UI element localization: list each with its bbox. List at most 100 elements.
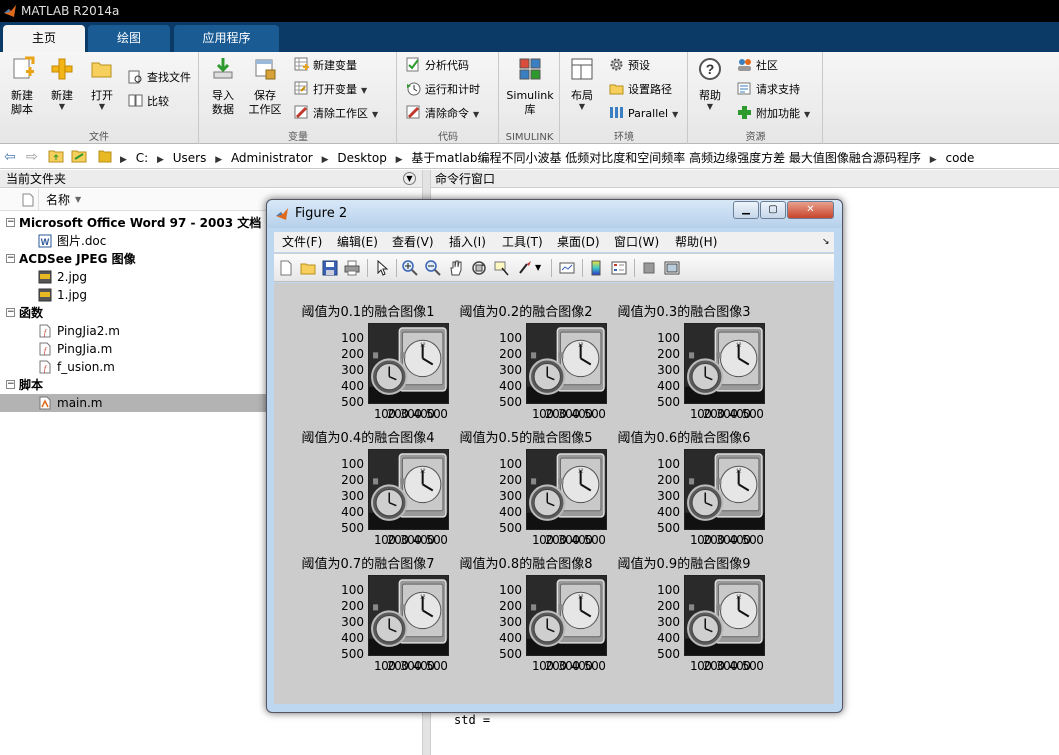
maximize-button[interactable]: ▢: [760, 201, 786, 219]
show-plot-tools-icon[interactable]: [664, 260, 680, 276]
add-ons-button[interactable]: 附加功能 ▼: [737, 104, 810, 124]
find-files-icon: [128, 70, 142, 84]
y-tick-label: 400: [499, 505, 522, 519]
y-tick-label: 500: [341, 521, 364, 535]
x-tick-label: 500: [742, 659, 764, 673]
edit-plot-arrow-icon[interactable]: [374, 260, 390, 276]
save-workspace-button[interactable]: 保存 工作区: [246, 56, 284, 117]
brush-dropdown-icon[interactable]: ▼: [535, 263, 541, 272]
pan-hand-icon[interactable]: [448, 260, 464, 276]
y-tick-label: 200: [657, 599, 680, 613]
find-files-button[interactable]: 查找文件: [128, 68, 191, 88]
menu-window[interactable]: 窗口(W): [614, 232, 659, 252]
compare-button[interactable]: 比较: [128, 92, 169, 112]
parallel-button[interactable]: Parallel ▼: [609, 104, 678, 124]
collapse-icon[interactable]: −: [6, 218, 15, 227]
menu-tools[interactable]: 工具(T): [502, 232, 543, 252]
zoom-in-icon[interactable]: [402, 260, 418, 276]
set-path-button[interactable]: 设置路径: [609, 80, 672, 100]
y-tick-label: 500: [657, 647, 680, 661]
code-group-label: 代码: [438, 132, 458, 143]
back-arrow-icon[interactable]: ⇦: [4, 149, 16, 165]
open-button[interactable]: 打开 ▼: [86, 56, 118, 111]
run-and-time-button[interactable]: 运行和计时: [406, 80, 480, 100]
jpeg-image-icon: [38, 288, 52, 302]
open-file-icon[interactable]: [300, 260, 316, 276]
breadcrumb-project[interactable]: 基于matlab编程不同小波基 低频对比度和空间频率 高频边缘强度方差 最大值图…: [411, 151, 921, 165]
y-tick-label: 200: [499, 473, 522, 487]
ribbon-tabbar: 主页 绘图 应用程序: [0, 22, 1059, 52]
simulink-library-button[interactable]: Simulink 库: [505, 56, 555, 117]
browse-folder-icon[interactable]: [71, 149, 87, 163]
panel-menu-icon[interactable]: ▼: [403, 172, 416, 185]
community-button[interactable]: 社区: [737, 56, 778, 76]
y-tick-label: 100: [657, 583, 680, 597]
forward-arrow-icon[interactable]: ⇨: [26, 149, 38, 165]
print-icon[interactable]: [344, 260, 360, 276]
rotate-3d-icon[interactable]: [471, 260, 487, 276]
svg-text:W: W: [41, 237, 50, 247]
tab-apps[interactable]: 应用程序: [174, 25, 279, 52]
open-variable-button[interactable]: 打开变量 ▼: [294, 80, 367, 100]
hide-plot-tools-icon[interactable]: [641, 260, 657, 276]
figure-titlebar[interactable]: Figure 2 ▁ ▢ ✕: [267, 200, 842, 228]
y-tick-label: 200: [341, 473, 364, 487]
y-tick-label: 100: [341, 583, 364, 597]
file-type-column-icon: [22, 193, 34, 207]
breadcrumb-drive[interactable]: C:: [136, 151, 148, 165]
menu-help[interactable]: 帮助(H): [675, 232, 717, 252]
import-data-button[interactable]: 导入 数据: [206, 56, 240, 117]
word-doc-icon: W: [38, 234, 52, 248]
tab-home[interactable]: 主页: [3, 25, 85, 52]
menu-insert[interactable]: 插入(I): [449, 232, 486, 252]
up-folder-icon[interactable]: [48, 149, 64, 163]
collapse-icon[interactable]: −: [6, 380, 15, 389]
figure-title: Figure 2: [295, 206, 348, 221]
layout-icon: [571, 58, 593, 80]
y-tick-label: 300: [341, 615, 364, 629]
help-button[interactable]: ? 帮助 ▼: [695, 56, 725, 111]
preferences-button[interactable]: 预设: [609, 56, 650, 76]
breadcrumb-desktop[interactable]: Desktop: [337, 151, 387, 165]
breadcrumb-code[interactable]: code: [945, 151, 974, 165]
breadcrumb-administrator[interactable]: Administrator: [231, 151, 313, 165]
dock-arrow-icon[interactable]: ↘: [822, 232, 830, 252]
new-button[interactable]: 新建 ▼: [46, 56, 78, 111]
x-tick-label: 500: [584, 533, 606, 547]
code-group: 分析代码 运行和计时 清除命令 ▼ 代码: [398, 52, 499, 144]
name-column-header[interactable]: 名称: [46, 189, 70, 211]
collapse-icon[interactable]: −: [6, 308, 15, 317]
request-support-button[interactable]: 请求支持: [737, 80, 800, 100]
run-and-time-icon: [407, 82, 421, 96]
add-ons-icon: [738, 106, 751, 119]
menu-desktop[interactable]: 桌面(D): [557, 232, 600, 252]
file-group: 新建 脚本 新建 ▼ 打开 ▼ 查找文件 比较 文件: [0, 52, 199, 144]
tab-plots[interactable]: 绘图: [88, 25, 170, 52]
sort-icon[interactable]: ▼: [75, 189, 81, 211]
data-cursor-icon[interactable]: [494, 260, 510, 276]
analyze-code-button[interactable]: 分析代码: [406, 56, 469, 76]
clear-workspace-button[interactable]: 清除工作区 ▼: [294, 104, 378, 124]
layout-button[interactable]: 布局 ▼: [567, 56, 597, 111]
link-plot-icon[interactable]: [559, 260, 575, 276]
legend-icon[interactable]: [611, 260, 627, 276]
figure-canvas[interactable]: 阈值为0.1的融合图像1 100 200 300 400 500 100 200 300 400 5…: [274, 283, 834, 704]
zoom-out-icon[interactable]: [425, 260, 441, 276]
command-output-line: std =: [454, 713, 491, 727]
new-variable-button[interactable]: 新建变量: [294, 56, 357, 76]
clear-commands-button[interactable]: 清除命令 ▼: [406, 104, 479, 124]
colorbar-icon[interactable]: [588, 260, 604, 276]
new-figure-icon[interactable]: [278, 260, 294, 276]
save-icon[interactable]: [322, 260, 338, 276]
minimize-button[interactable]: ▁: [733, 201, 759, 219]
menu-view[interactable]: 查看(V): [392, 232, 434, 252]
breadcrumb-users[interactable]: Users: [173, 151, 207, 165]
menu-file[interactable]: 文件(F): [282, 232, 322, 252]
brush-icon[interactable]: [517, 260, 533, 276]
fused-clock-image: [368, 449, 449, 530]
new-script-button[interactable]: 新建 脚本: [6, 56, 38, 117]
collapse-icon[interactable]: −: [6, 254, 15, 263]
close-button[interactable]: ✕: [787, 201, 834, 219]
folder-open-icon: [91, 62, 112, 78]
menu-edit[interactable]: 编辑(E): [337, 232, 378, 252]
